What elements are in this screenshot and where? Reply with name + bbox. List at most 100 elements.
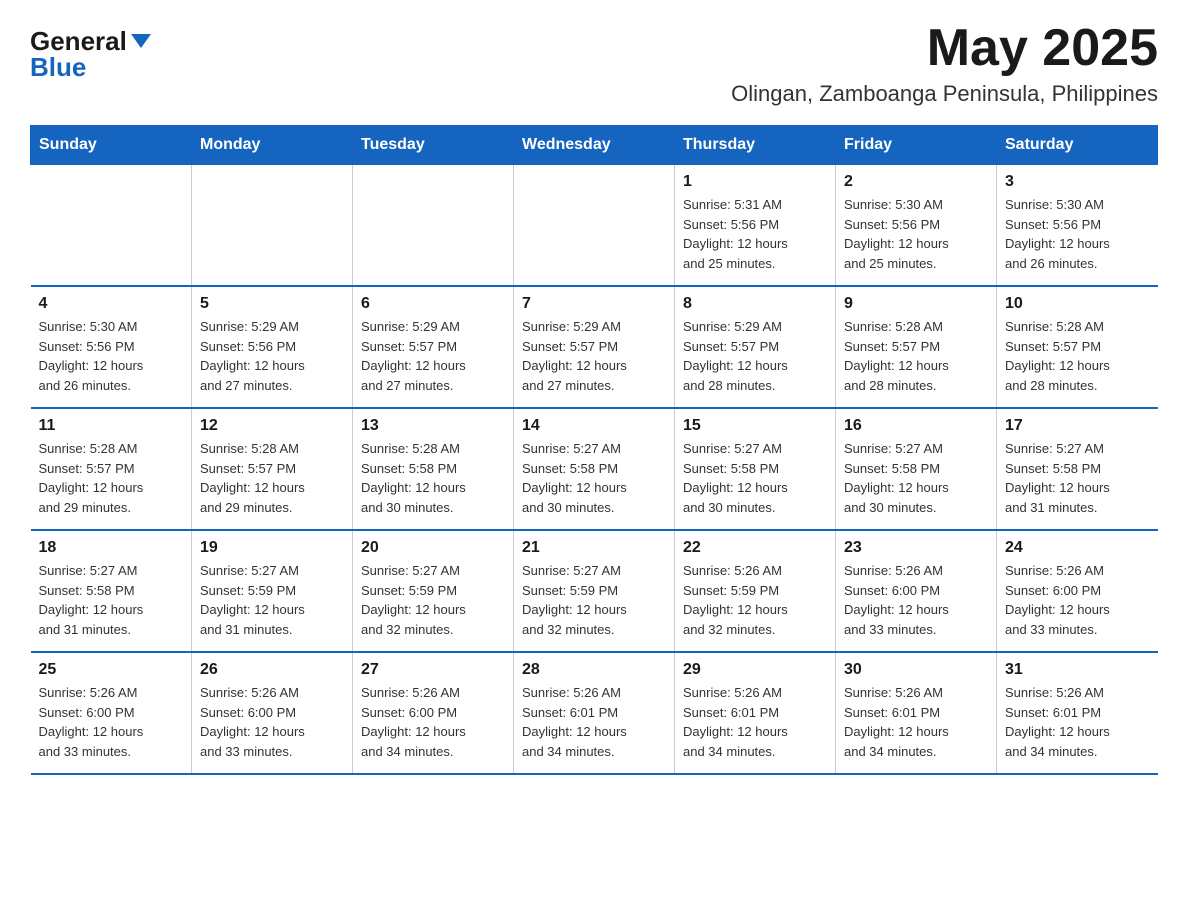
- day-number: 19: [200, 539, 344, 557]
- day-info: Sunrise: 5:26 AM Sunset: 6:00 PM Dayligh…: [39, 683, 184, 761]
- calendar-cell: 30Sunrise: 5:26 AM Sunset: 6:01 PM Dayli…: [836, 652, 997, 774]
- calendar-cell: 21 Sunrise: 5:27 AM Sunset: 5:59 PM Dayli…: [514, 530, 675, 652]
- weekday-header-saturday: Saturday: [997, 126, 1158, 165]
- calendar-cell: 11 Sunrise: 5:28 AM Sunset: 5:57 PM Dayli…: [31, 408, 192, 530]
- day-number: 7: [522, 295, 666, 313]
- day-info: Sunrise: 5:30 AM Sunset: 5:56 PM Dayligh…: [844, 195, 988, 273]
- day-info: Sunrise: 5:26 AM Sunset: 6:01 PM Dayligh…: [522, 683, 666, 761]
- day-number: 10: [1005, 295, 1150, 313]
- calendar-table: SundayMondayTuesdayWednesdayThursdayFrid…: [30, 125, 1158, 775]
- month-title: May 2025: [731, 20, 1158, 77]
- calendar-cell: 13Sunrise: 5:28 AM Sunset: 5:58 PM Dayli…: [353, 408, 514, 530]
- day-number: 12: [200, 417, 344, 435]
- calendar-cell: 25 Sunrise: 5:26 AM Sunset: 6:00 PM Dayli…: [31, 652, 192, 774]
- week-row-1: 1Sunrise: 5:31 AM Sunset: 5:56 PM Daylig…: [31, 165, 1158, 287]
- day-info: Sunrise: 5:26 AM Sunset: 6:00 PM Dayligh…: [844, 561, 988, 639]
- day-number: 17: [1005, 417, 1150, 435]
- day-info: Sunrise: 5:26 AM Sunset: 6:01 PM Dayligh…: [844, 683, 988, 761]
- day-number: 14: [522, 417, 666, 435]
- day-number: 21: [522, 539, 666, 557]
- weekday-header-monday: Monday: [192, 126, 353, 165]
- day-number: 13: [361, 417, 505, 435]
- weekday-header-tuesday: Tuesday: [353, 126, 514, 165]
- day-number: 16: [844, 417, 988, 435]
- calendar-cell: 27 Sunrise: 5:26 AM Sunset: 6:00 PM Dayli…: [353, 652, 514, 774]
- day-info: Sunrise: 5:29 AM Sunset: 5:57 PM Dayligh…: [522, 317, 666, 395]
- calendar-cell: 7 Sunrise: 5:29 AM Sunset: 5:57 PM Daylig…: [514, 286, 675, 408]
- day-info: Sunrise: 5:27 AM Sunset: 5:59 PM Dayligh…: [361, 561, 505, 639]
- calendar-cell: 1Sunrise: 5:31 AM Sunset: 5:56 PM Daylig…: [675, 165, 836, 287]
- day-number: 11: [39, 417, 184, 435]
- header: General Blue May 2025 Olingan, Zamboanga…: [30, 20, 1158, 107]
- calendar-cell: 29Sunrise: 5:26 AM Sunset: 6:01 PM Dayli…: [675, 652, 836, 774]
- week-row-3: 11 Sunrise: 5:28 AM Sunset: 5:57 PM Dayli…: [31, 408, 1158, 530]
- calendar-cell: 26 Sunrise: 5:26 AM Sunset: 6:00 PM Dayli…: [192, 652, 353, 774]
- week-row-2: 4 Sunrise: 5:30 AM Sunset: 5:56 PM Daylig…: [31, 286, 1158, 408]
- day-info: Sunrise: 5:29 AM Sunset: 5:57 PM Dayligh…: [361, 317, 505, 395]
- calendar-cell: 16 Sunrise: 5:27 AM Sunset: 5:58 PM Dayli…: [836, 408, 997, 530]
- calendar-cell: 28 Sunrise: 5:26 AM Sunset: 6:01 PM Dayli…: [514, 652, 675, 774]
- day-number: 9: [844, 295, 988, 313]
- day-number: 20: [361, 539, 505, 557]
- day-info: Sunrise: 5:27 AM Sunset: 5:58 PM Dayligh…: [1005, 439, 1150, 517]
- calendar-cell: [31, 165, 192, 287]
- calendar-cell: 22 Sunrise: 5:26 AM Sunset: 5:59 PM Dayli…: [675, 530, 836, 652]
- location-subtitle: Olingan, Zamboanga Peninsula, Philippine…: [731, 81, 1158, 107]
- day-number: 2: [844, 173, 988, 191]
- calendar-cell: 19 Sunrise: 5:27 AM Sunset: 5:59 PM Dayli…: [192, 530, 353, 652]
- day-number: 4: [39, 295, 184, 313]
- day-info: Sunrise: 5:28 AM Sunset: 5:57 PM Dayligh…: [39, 439, 184, 517]
- day-number: 15: [683, 417, 827, 435]
- calendar-cell: 17 Sunrise: 5:27 AM Sunset: 5:58 PM Dayli…: [997, 408, 1158, 530]
- day-number: 5: [200, 295, 344, 313]
- day-number: 3: [1005, 173, 1150, 191]
- day-number: 25: [39, 661, 184, 679]
- day-info: Sunrise: 5:30 AM Sunset: 5:56 PM Dayligh…: [1005, 195, 1150, 273]
- day-info: Sunrise: 5:28 AM Sunset: 5:57 PM Dayligh…: [200, 439, 344, 517]
- calendar-cell: 8Sunrise: 5:29 AM Sunset: 5:57 PM Daylig…: [675, 286, 836, 408]
- day-number: 6: [361, 295, 505, 313]
- calendar-cell: 5Sunrise: 5:29 AM Sunset: 5:56 PM Daylig…: [192, 286, 353, 408]
- day-number: 28: [522, 661, 666, 679]
- calendar-cell: 15 Sunrise: 5:27 AM Sunset: 5:58 PM Dayli…: [675, 408, 836, 530]
- day-info: Sunrise: 5:26 AM Sunset: 5:59 PM Dayligh…: [683, 561, 827, 639]
- day-info: Sunrise: 5:27 AM Sunset: 5:59 PM Dayligh…: [200, 561, 344, 639]
- weekday-header-row: SundayMondayTuesdayWednesdayThursdayFrid…: [31, 126, 1158, 165]
- day-info: Sunrise: 5:27 AM Sunset: 5:58 PM Dayligh…: [683, 439, 827, 517]
- calendar-cell: 12 Sunrise: 5:28 AM Sunset: 5:57 PM Dayli…: [192, 408, 353, 530]
- day-info: Sunrise: 5:26 AM Sunset: 6:01 PM Dayligh…: [1005, 683, 1150, 761]
- day-number: 23: [844, 539, 988, 557]
- week-row-5: 25 Sunrise: 5:26 AM Sunset: 6:00 PM Dayli…: [31, 652, 1158, 774]
- calendar-cell: 6 Sunrise: 5:29 AM Sunset: 5:57 PM Daylig…: [353, 286, 514, 408]
- day-number: 27: [361, 661, 505, 679]
- day-info: Sunrise: 5:27 AM Sunset: 5:58 PM Dayligh…: [844, 439, 988, 517]
- logo-blue-text: Blue: [30, 54, 86, 80]
- day-info: Sunrise: 5:28 AM Sunset: 5:57 PM Dayligh…: [844, 317, 988, 395]
- calendar-cell: 4 Sunrise: 5:30 AM Sunset: 5:56 PM Daylig…: [31, 286, 192, 408]
- day-number: 29: [683, 661, 827, 679]
- logo: General Blue: [30, 20, 151, 80]
- day-number: 26: [200, 661, 344, 679]
- day-info: Sunrise: 5:27 AM Sunset: 5:58 PM Dayligh…: [522, 439, 666, 517]
- calendar-cell: [192, 165, 353, 287]
- logo-general-text: General: [30, 28, 127, 54]
- calendar-cell: 24Sunrise: 5:26 AM Sunset: 6:00 PM Dayli…: [997, 530, 1158, 652]
- day-info: Sunrise: 5:26 AM Sunset: 6:00 PM Dayligh…: [200, 683, 344, 761]
- week-row-4: 18Sunrise: 5:27 AM Sunset: 5:58 PM Dayli…: [31, 530, 1158, 652]
- day-number: 22: [683, 539, 827, 557]
- title-area: May 2025 Olingan, Zamboanga Peninsula, P…: [731, 20, 1158, 107]
- calendar-cell: 10 Sunrise: 5:28 AM Sunset: 5:57 PM Dayli…: [997, 286, 1158, 408]
- logo-triangle-icon: [131, 34, 151, 48]
- day-info: Sunrise: 5:26 AM Sunset: 6:00 PM Dayligh…: [361, 683, 505, 761]
- day-info: Sunrise: 5:30 AM Sunset: 5:56 PM Dayligh…: [39, 317, 184, 395]
- weekday-header-friday: Friday: [836, 126, 997, 165]
- calendar-cell: 23 Sunrise: 5:26 AM Sunset: 6:00 PM Dayli…: [836, 530, 997, 652]
- day-info: Sunrise: 5:28 AM Sunset: 5:57 PM Dayligh…: [1005, 317, 1150, 395]
- weekday-header-thursday: Thursday: [675, 126, 836, 165]
- day-info: Sunrise: 5:29 AM Sunset: 5:57 PM Dayligh…: [683, 317, 827, 395]
- day-info: Sunrise: 5:27 AM Sunset: 5:59 PM Dayligh…: [522, 561, 666, 639]
- calendar-cell: 18Sunrise: 5:27 AM Sunset: 5:58 PM Dayli…: [31, 530, 192, 652]
- day-info: Sunrise: 5:27 AM Sunset: 5:58 PM Dayligh…: [39, 561, 184, 639]
- calendar-cell: 9 Sunrise: 5:28 AM Sunset: 5:57 PM Daylig…: [836, 286, 997, 408]
- weekday-header-sunday: Sunday: [31, 126, 192, 165]
